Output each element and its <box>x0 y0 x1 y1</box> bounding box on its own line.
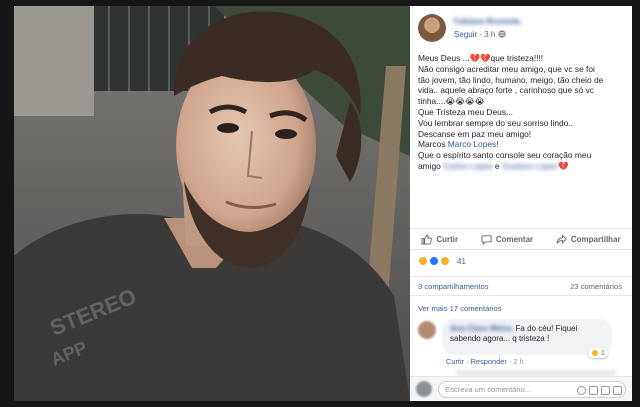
comments-count[interactable]: 23 comentários <box>570 282 622 291</box>
text-line: Marcos <box>418 139 448 150</box>
post-meta: Seguir · 3 h <box>454 30 506 39</box>
post-header: Fabiana Rosenda Seguir · 3 h <box>418 14 624 46</box>
text-line: e <box>492 160 502 171</box>
text-line: vida.. aquele abraço forte , carinhoso q… <box>418 85 594 96</box>
crying-face-icon: 😭😭😭😭 <box>445 96 485 107</box>
post-actions: Curtir Comentar Compartilhar <box>410 228 632 250</box>
photo-viewer: STEREO APP Fabiana Rosenda Seguir · 3 h … <box>0 0 640 407</box>
follow-link[interactable]: Seguir <box>454 30 477 39</box>
like-reaction-icon <box>429 256 439 266</box>
viewer-avatar <box>416 381 432 397</box>
sad-reaction-icon <box>591 349 599 357</box>
text-line: tão jovem, tão lindo, humano, meigo, tão… <box>418 74 604 85</box>
shares-count[interactable]: 3 compartilhamentos <box>418 282 489 291</box>
comment-reactions[interactable]: 1 <box>588 348 608 358</box>
post-text: Meus Deus ...💔💔que tristeza!!!! Não cons… <box>418 53 628 172</box>
emoji-icon[interactable] <box>577 386 586 395</box>
like-label: Curtir <box>436 234 459 244</box>
thumbs-up-icon <box>421 233 433 245</box>
comment-reply-link[interactable]: Responder <box>471 357 507 366</box>
comment-label: Comentar <box>495 234 534 244</box>
commenter-name[interactable]: Ana Clara Weiss <box>450 324 513 333</box>
comment-like-link[interactable]: Curtir <box>446 357 464 366</box>
comment-text: Fa do céu! Fiquei <box>515 324 578 333</box>
globe-icon <box>498 30 506 39</box>
broken-heart-icon: 💔💔 <box>469 53 491 63</box>
share-label: Compartilhar <box>570 234 621 244</box>
comment-bubble: Ana Clara Weiss Fa do céu! Fiquei sabendo… <box>442 319 612 355</box>
tagged-profile-link[interactable]: Marco Lopes <box>448 139 496 149</box>
like-button[interactable]: Curtir <box>421 233 459 245</box>
share-icon <box>556 233 567 244</box>
author-name[interactable]: Fabiana Rosenda <box>454 17 520 26</box>
broken-heart-icon: 💔 <box>558 160 569 171</box>
camera-icon[interactable] <box>589 386 598 395</box>
tagged-profile-link[interactable]: Carlos Lopes <box>443 161 492 171</box>
text-line: Vou lembrar sempre do seu sorriso lindo.… <box>418 117 574 128</box>
reaction-summary[interactable]: 41 <box>418 256 466 266</box>
text-line: tinha.... <box>418 96 446 107</box>
text-line: Que o espírito santo console seu coração… <box>418 150 592 161</box>
tagged-profile-link[interactable]: Gustavo Lopes <box>502 161 558 171</box>
comment-actions: Curtir · Responder · 2 h <box>446 357 524 366</box>
wow-reaction-icon <box>440 256 450 266</box>
commenter-avatar[interactable] <box>418 321 436 339</box>
text-line: Meus Deus ... <box>418 53 470 63</box>
text-line: ! <box>496 139 499 150</box>
view-more-comments[interactable]: Ver mais 17 comentários <box>418 304 502 313</box>
post-photo[interactable]: STEREO APP <box>14 6 410 401</box>
text-line: Não consigo acreditar meu amigo, que vc … <box>418 63 595 74</box>
comment-composer: Escreva um comentário... <box>410 376 632 401</box>
text-line: amigo <box>418 160 444 171</box>
sad-reaction-icon <box>418 256 428 266</box>
comment-reaction-count: 1 <box>601 349 605 357</box>
post-panel: Fabiana Rosenda Seguir · 3 h Meus Deus .… <box>410 6 632 401</box>
gif-icon[interactable] <box>601 386 610 395</box>
reaction-count: 41 <box>457 256 466 266</box>
post-stats: 3 compartilhamentos 23 comentários <box>410 276 632 296</box>
photo-illustration: STEREO APP <box>14 6 410 401</box>
sticker-icon[interactable] <box>613 386 622 395</box>
composer-icons <box>577 386 622 395</box>
author-avatar[interactable] <box>418 14 446 42</box>
text-line: que tristeza!!!! <box>490 53 544 63</box>
comment-icon <box>481 234 492 245</box>
comment-button[interactable]: Comentar <box>481 234 533 245</box>
post-time[interactable]: 3 h <box>484 30 495 39</box>
comment-text: sabendo agora... q tristeza ! <box>450 334 550 343</box>
text-line: Que Tristeza meu Deus... <box>418 106 513 117</box>
comment-time[interactable]: 2 h <box>513 357 523 366</box>
text-line: Descanse em paz meu amigo! <box>418 128 532 139</box>
share-button[interactable]: Compartilhar <box>556 233 621 245</box>
